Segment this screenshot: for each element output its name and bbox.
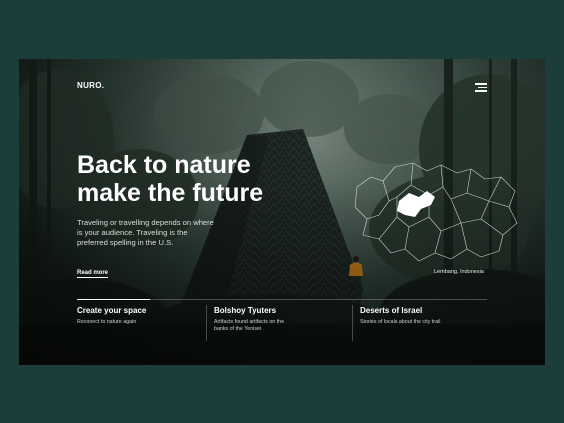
card-title: Create your space: [77, 306, 147, 315]
feature-card-1[interactable]: Create your space Reconect to nature aga…: [77, 299, 197, 343]
headline-line-2: make the future: [77, 179, 264, 207]
card-text: Reconect to nature again: [77, 319, 137, 325]
hero-frame: NURO. Back to nature make the future Tra…: [19, 59, 545, 365]
card-title: Bolshoy Tyuters: [214, 306, 277, 315]
feature-card-2[interactable]: Bolshoy Tyuters Artifacts found artifact…: [206, 299, 334, 343]
hero-headline: Back to nature make the future: [77, 151, 263, 207]
card-title: Deserts of Israel: [360, 306, 423, 315]
hero-intro-text: Traveling or travelling depends on where…: [77, 218, 214, 247]
card-text: Stories of locals about the city trail: [360, 319, 441, 325]
card-text: Artifacts found artifacts on the banks o…: [214, 319, 285, 332]
hamburger-menu-icon[interactable]: [475, 83, 487, 92]
card-divider: [206, 305, 207, 341]
headline-line-1: Back to nature: [77, 151, 251, 179]
region-map-icon[interactable]: [353, 157, 521, 265]
map-caption: Lembang, Indonesia: [434, 269, 484, 275]
card-divider: [352, 305, 353, 341]
read-more-link[interactable]: Read more: [77, 270, 109, 278]
feature-card-3[interactable]: Deserts of Israel Stories of locals abou…: [352, 299, 485, 343]
feature-cards: Create your space Reconect to nature aga…: [77, 299, 487, 343]
brand-logo[interactable]: NURO.: [77, 81, 104, 90]
